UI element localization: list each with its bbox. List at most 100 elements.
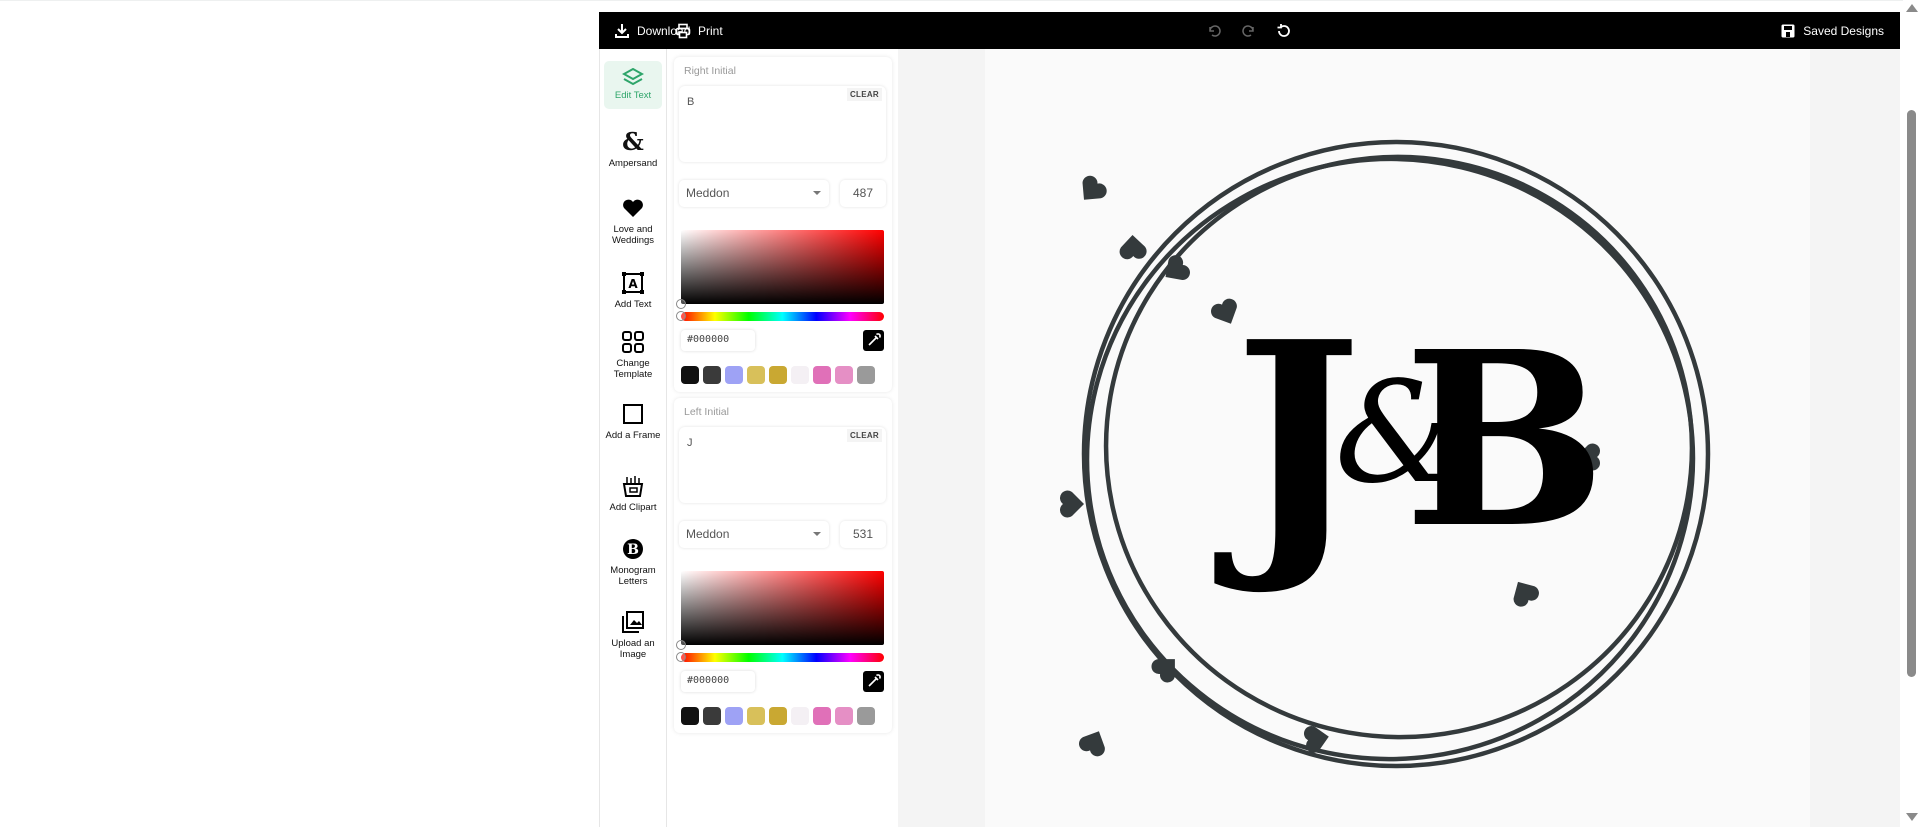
vertical-scrollbar[interactable] — [1903, 0, 1920, 827]
scrollbar-thumb[interactable] — [1907, 110, 1916, 677]
edit-text-panel: Right Initial B CLEAR Meddon 487 #000000 … — [667, 49, 898, 827]
color-swatch[interactable] — [813, 707, 831, 725]
color-swatch[interactable] — [769, 366, 787, 384]
font-size-input[interactable]: 487 — [840, 180, 886, 207]
download-icon — [615, 23, 629, 38]
sidebar-item-label: Love and Weddings — [611, 224, 655, 246]
color-swatch[interactable] — [835, 366, 853, 384]
right-initial[interactable]: B — [1404, 299, 1607, 581]
color-swatch[interactable] — [747, 707, 765, 725]
frame-heart — [1079, 731, 1105, 757]
undo-button[interactable] — [1206, 12, 1222, 49]
undo-icon — [1209, 24, 1221, 37]
frame-heart — [1119, 235, 1147, 260]
chevron-down-icon — [813, 191, 821, 195]
color-swatch[interactable] — [725, 366, 743, 384]
sidebar-item-monogram-letters[interactable]: B Monogram Letters — [604, 537, 662, 587]
font-select[interactable]: Meddon — [679, 180, 829, 207]
card-label: Left Initial — [684, 406, 729, 418]
chevron-down-icon — [813, 532, 821, 536]
frame-heart — [1060, 490, 1084, 518]
right-initial-card: Right Initial B CLEAR Meddon 487 #000000 — [674, 57, 892, 392]
saturation-picker[interactable] — [681, 571, 884, 645]
clear-button[interactable]: CLEAR — [846, 429, 882, 442]
sidebar-item-change-template[interactable]: Change Template — [604, 330, 662, 380]
sidebar-item-add-a-frame[interactable]: Add a Frame — [604, 402, 662, 441]
scroll-up-arrow[interactable] — [1906, 4, 1918, 12]
color-swatch[interactable] — [857, 707, 875, 725]
saturation-handle[interactable] — [676, 640, 686, 650]
clipart-icon — [622, 476, 644, 497]
print-icon — [675, 23, 691, 38]
scroll-down-arrow[interactable] — [1906, 813, 1918, 821]
frame-icon — [623, 404, 643, 424]
eyedropper-icon — [868, 674, 881, 687]
toolbar: Download Print Saved Designs — [599, 12, 1900, 49]
font-select[interactable]: Meddon — [679, 521, 829, 548]
reset-button[interactable] — [1276, 12, 1292, 49]
color-swatch[interactable] — [747, 366, 765, 384]
redo-icon — [1242, 24, 1254, 37]
sidebar-item-ampersand[interactable]: & Ampersand — [604, 127, 662, 170]
initial-text-input[interactable]: B CLEAR — [679, 86, 886, 162]
saturation-picker[interactable] — [681, 230, 884, 304]
frame-heart — [1082, 175, 1107, 200]
initial-text-input[interactable]: J CLEAR — [679, 427, 886, 503]
heart-icon — [623, 199, 643, 217]
print-label: Print — [698, 23, 723, 38]
initial-text-value: J — [687, 437, 693, 449]
hue-handle[interactable] — [676, 652, 686, 662]
hex-input[interactable]: #000000 — [681, 330, 755, 351]
sidebar-item-upload-an-image[interactable]: Upload an Image — [604, 610, 662, 660]
color-swatch[interactable] — [681, 366, 699, 384]
design-canvas[interactable]: J & B — [985, 49, 1810, 827]
sidebar-item-label: Upload an Image — [611, 638, 655, 660]
sidebar-item-label: Monogram Letters — [610, 565, 656, 587]
grid-icon — [622, 331, 644, 353]
clear-button[interactable]: CLEAR — [846, 88, 882, 101]
top-border — [0, 0, 1920, 1]
sidebar-item-label: Add a Frame — [605, 430, 661, 441]
sidebar-item-add-clipart[interactable]: Add Clipart — [604, 474, 662, 513]
color-swatch[interactable] — [769, 707, 787, 725]
sidebar: Edit Text & Ampersand Love and Weddings … — [599, 49, 667, 827]
sidebar-item-label: Change Template — [613, 358, 653, 380]
font-size-input[interactable]: 531 — [840, 521, 886, 548]
eyedropper-button[interactable] — [863, 671, 884, 692]
monogram-icon: B — [623, 539, 643, 559]
print-button[interactable]: Print — [675, 12, 723, 49]
color-swatch[interactable] — [813, 366, 831, 384]
color-swatch[interactable] — [835, 707, 853, 725]
color-swatch[interactable] — [791, 366, 809, 384]
saturation-handle[interactable] — [676, 299, 686, 309]
sidebar-item-love-and-weddings[interactable]: Love and Weddings — [604, 196, 662, 246]
sidebar-item-label: Ampersand — [608, 158, 658, 169]
eyedropper-icon — [868, 333, 881, 346]
color-swatch[interactable] — [725, 707, 743, 725]
sidebar-item-add-text[interactable]: A Add Text — [604, 271, 662, 310]
hex-input[interactable]: #000000 — [681, 671, 755, 692]
color-swatch[interactable] — [791, 707, 809, 725]
saved-designs-label: Saved Designs — [1803, 23, 1884, 38]
saved-designs-button[interactable]: Saved Designs — [1780, 12, 1884, 49]
sidebar-item-label: Add Text — [614, 299, 652, 310]
hue-handle[interactable] — [676, 311, 686, 321]
color-swatch[interactable] — [703, 707, 721, 725]
initial-text-value: B — [687, 96, 695, 108]
hue-slider[interactable] — [681, 653, 884, 662]
font-select-value: Meddon — [686, 186, 730, 200]
card-label: Right Initial — [684, 65, 736, 77]
color-swatch[interactable] — [857, 366, 875, 384]
ampersand-icon: & — [622, 127, 644, 156]
color-swatch[interactable] — [703, 366, 721, 384]
hue-slider[interactable] — [681, 312, 884, 321]
redo-button[interactable] — [1241, 12, 1257, 49]
sidebar-item-label: Add Clipart — [609, 502, 657, 513]
sidebar-item-edit-text[interactable]: Edit Text — [604, 61, 662, 109]
svg-text:A: A — [628, 277, 638, 291]
color-swatch[interactable] — [681, 707, 699, 725]
eyedropper-button[interactable] — [863, 330, 884, 351]
sidebar-item-label: Edit Text — [614, 90, 652, 101]
font-select-value: Meddon — [686, 527, 730, 541]
text-box-icon: A — [622, 272, 644, 294]
